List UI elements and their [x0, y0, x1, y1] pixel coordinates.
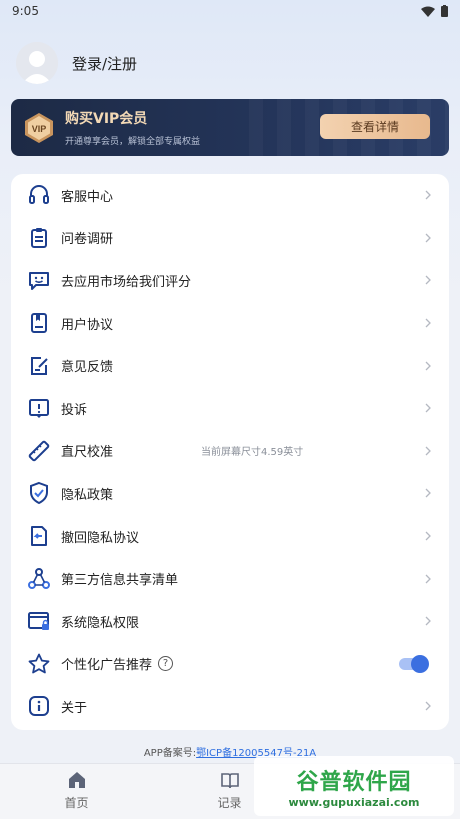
watermark-url: www.gupuxiazai.com — [288, 795, 420, 809]
chevron-right-icon — [425, 701, 431, 711]
battery-icon — [441, 5, 448, 17]
menu-item-label: 个性化广告推荐 — [61, 658, 153, 674]
ruler-icon — [28, 440, 50, 462]
menu-item-system-privacy-permissions[interactable]: 系统隐私权限 — [11, 600, 449, 643]
vip-texts: 购买VIP会员 开通尊享会员，解锁全部专属权益 — [65, 108, 200, 147]
clipboard-icon — [31, 227, 47, 248]
chevron-right-icon — [425, 531, 431, 541]
report-icon — [29, 399, 49, 419]
menu-item-about[interactable]: 关于 — [11, 685, 449, 728]
menu-item-label: 意见反馈 — [61, 360, 114, 376]
menu-item-label: 关于 — [61, 700, 88, 716]
menu-item-customer-service[interactable]: 客服中心 — [11, 174, 449, 217]
book-icon — [220, 773, 239, 789]
profile-login[interactable]: 登录/注册 — [16, 42, 137, 84]
menu-item-complaint[interactable]: 投诉 — [11, 387, 449, 430]
share-nodes-icon — [28, 567, 50, 589]
edit-note-icon — [31, 356, 48, 375]
chevron-right-icon — [425, 446, 431, 456]
smile-chat-icon — [29, 272, 49, 291]
help-icon[interactable]: ? — [158, 656, 174, 672]
screen-size-value: 当前屏幕尺寸4.59英寸 — [201, 447, 304, 459]
chevron-right-icon — [425, 190, 431, 200]
menu-item-label: 客服中心 — [61, 189, 114, 205]
nav-records-label: 记录 — [217, 796, 242, 810]
login-register-link[interactable]: 登录/注册 — [72, 53, 137, 74]
vip-details-button[interactable]: 查看详情 — [320, 114, 430, 139]
headset-icon — [29, 185, 49, 205]
menu-item-label: 投诉 — [61, 402, 88, 418]
toggle-knob — [411, 654, 429, 673]
svg-text:VIP: VIP — [32, 124, 47, 134]
avatar-placeholder-icon — [16, 42, 58, 84]
menu-item-third-party-sharing[interactable]: 第三方信息共享清单 — [11, 557, 449, 600]
menu-item-label: 直尺校准 — [61, 445, 114, 461]
star-icon — [28, 653, 50, 674]
settings-menu: 客服中心 问卷调研 去应用市场给我们评分 用户协议 意见反馈 投诉 直尺校准 当… — [11, 174, 449, 730]
chevron-right-icon — [425, 488, 431, 498]
nav-home[interactable]: 首页 — [0, 764, 153, 819]
status-bar: 9:05 — [0, 0, 460, 22]
shield-check-icon — [30, 482, 48, 505]
status-time: 9:05 — [12, 4, 39, 18]
chevron-right-icon — [425, 574, 431, 584]
site-watermark: 谷普软件园 www.gupuxiazai.com — [254, 756, 454, 816]
personalized-ads-toggle[interactable] — [399, 654, 429, 673]
wifi-icon — [421, 6, 435, 17]
window-lock-icon — [28, 612, 49, 631]
watermark-title: 谷普软件园 — [296, 769, 412, 795]
menu-item-label: 撤回隐私协议 — [61, 530, 140, 546]
vip-badge-icon: VIP — [25, 112, 53, 143]
chevron-right-icon — [425, 616, 431, 626]
menu-item-label: 问卷调研 — [61, 232, 114, 248]
avatar[interactable] — [16, 42, 58, 84]
menu-item-survey[interactable]: 问卷调研 — [11, 217, 449, 260]
info-icon — [29, 696, 49, 717]
menu-item-label: 第三方信息共享清单 — [61, 573, 179, 589]
chevron-right-icon — [425, 403, 431, 413]
icp-prefix: APP备案号: — [143, 748, 197, 759]
menu-item-feedback[interactable]: 意见反馈 — [11, 344, 449, 387]
menu-item-revoke-privacy[interactable]: 撤回隐私协议 — [11, 515, 449, 558]
status-icons — [421, 5, 448, 17]
vip-subtitle: 开通尊享会员，解锁全部专属权益 — [65, 137, 201, 147]
home-icon — [68, 772, 85, 788]
menu-item-label: 隐私政策 — [61, 487, 114, 503]
chevron-right-icon — [425, 276, 431, 285]
menu-item-privacy-policy[interactable]: 隐私政策 — [11, 472, 449, 515]
menu-item-rate-app[interactable]: 去应用市场给我们评分 — [11, 259, 449, 302]
document-icon — [31, 313, 47, 334]
menu-item-ruler-calibration[interactable]: 直尺校准 当前屏幕尺寸4.59英寸 — [11, 430, 449, 473]
revoke-doc-icon — [31, 526, 47, 547]
menu-item-label: 用户协议 — [61, 317, 114, 333]
menu-item-personalized-ads: 个性化广告推荐 ? — [11, 643, 449, 686]
vip-banner[interactable]: VIP 购买VIP会员 开通尊享会员，解锁全部专属权益 查看详情 — [11, 99, 449, 156]
chevron-right-icon — [425, 318, 431, 328]
nav-home-label: 首页 — [64, 796, 89, 810]
menu-item-label: 系统隐私权限 — [61, 615, 140, 631]
menu-item-user-agreement[interactable]: 用户协议 — [11, 302, 449, 345]
chevron-right-icon — [425, 233, 431, 243]
vip-title: 购买VIP会员 — [65, 111, 148, 127]
menu-item-label: 去应用市场给我们评分 — [61, 274, 192, 290]
chevron-right-icon — [425, 361, 431, 371]
